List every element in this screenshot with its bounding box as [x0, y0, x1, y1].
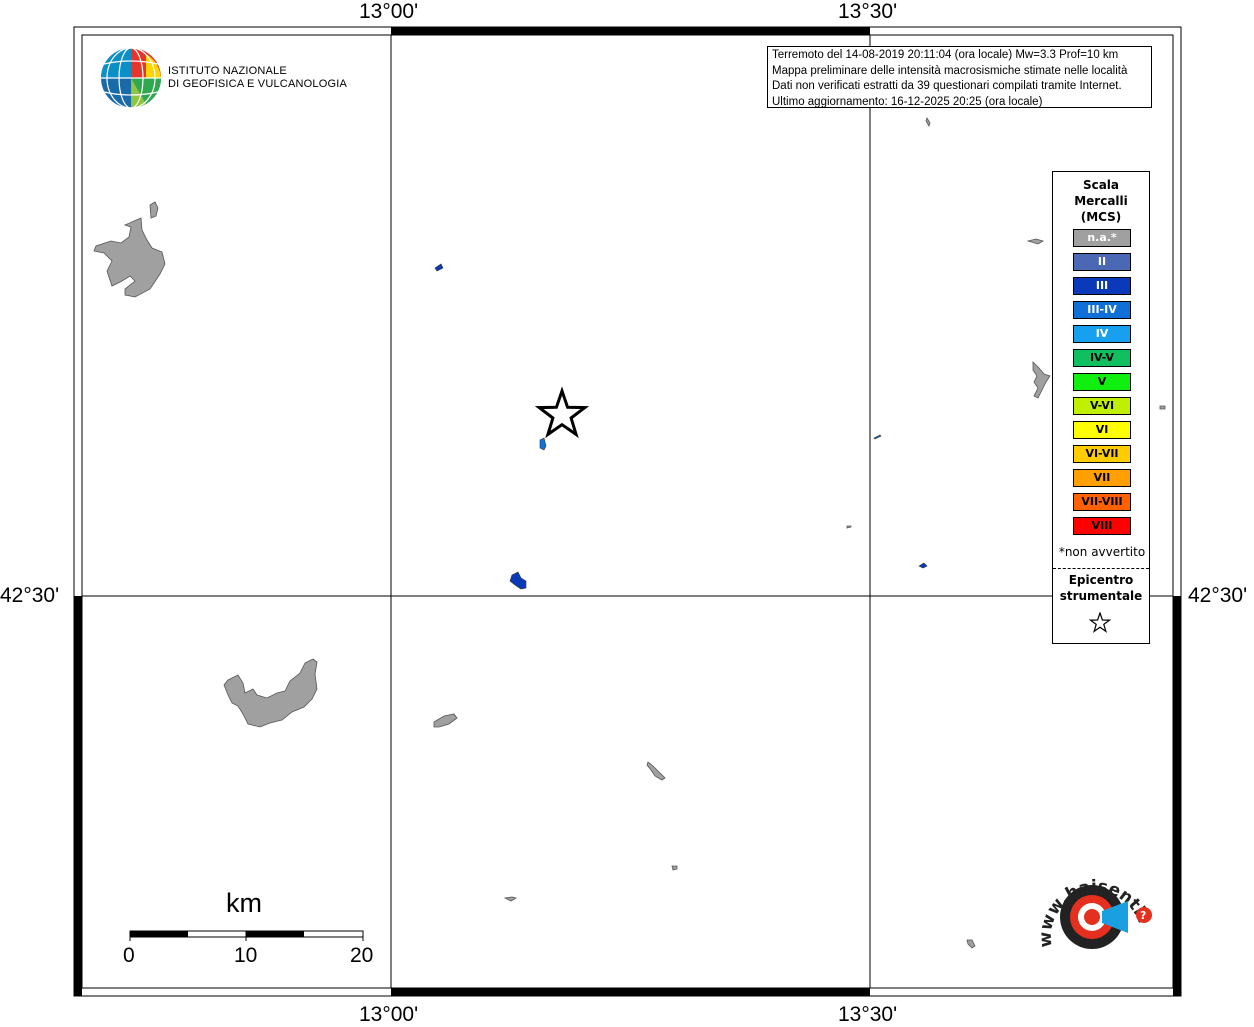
legend-level-iv-v: IV-V: [1073, 349, 1131, 367]
mcs-legend: Scala Mercalli (MCS) n.a.* II III III-IV IV I…: [1052, 171, 1150, 644]
scale-bar-tick-10: 10: [234, 944, 258, 967]
locality-marker-4: [873, 434, 882, 440]
svg-text:?: ?: [1140, 909, 1146, 922]
land-feature-5: [966, 939, 976, 949]
lat-label-right: 42°30': [1188, 584, 1248, 607]
legend-level-n-a: n.a.*: [1073, 229, 1131, 247]
locality-marker-2: [539, 437, 547, 451]
info-line-event: Terremoto del 14-08-2019 20:11:04 (ora l…: [772, 49, 1119, 61]
legend-level-v: V: [1073, 373, 1131, 391]
scale-bar-tick-20: 20: [350, 944, 374, 967]
info-line-data: Dati non verificati estratti da 39 quest…: [772, 80, 1122, 92]
legend-level-vii-viii: VII-VIII: [1073, 493, 1131, 511]
lake-shape-1: [93, 201, 166, 298]
land-feature-4: [503, 896, 518, 902]
scale-bar-segment-1: [130, 931, 188, 937]
legend-separator: [1053, 568, 1149, 569]
scale-bar-unit: km: [226, 888, 262, 918]
lon-label-bottom-13-00: 13°00': [359, 1003, 419, 1026]
scale-bar-segment-2: [246, 931, 304, 937]
frame-bar-bottom: [391, 988, 870, 996]
institute-name-line2: DI GEOFISICA E VULCANOLOGIA: [168, 78, 347, 90]
haisentito-logo: www.haisentitoilterremoto.it ?: [1030, 855, 1153, 949]
land-feature-7: [1026, 238, 1044, 245]
locality-marker-5: [918, 562, 928, 569]
info-line-map: Mappa preliminare delle intensità macros…: [772, 64, 1128, 77]
frame-bar-top: [391, 27, 870, 35]
land-feature-6: [925, 117, 931, 127]
locality-marker-1: [434, 263, 444, 272]
info-line-update: Ultimo aggiornamento: 16-12-2025 20:25 (…: [772, 95, 1043, 108]
legend-level-iii: III: [1073, 277, 1131, 295]
land-feature-3: [671, 865, 678, 871]
lon-label-top-13-30: 13°30': [838, 0, 898, 23]
land-feature-8: [1032, 361, 1051, 399]
land-feature-2: [646, 761, 666, 781]
legend-title: Scala Mercalli (MCS): [1074, 178, 1128, 224]
legend-star-icon: [1089, 612, 1111, 633]
legend-epicenter-label: Epicentro strumentale: [1059, 573, 1143, 603]
frame-bar-right: [1173, 596, 1181, 996]
legend-level-viii: VIII: [1073, 517, 1131, 535]
scale-bar-tick-0: 0: [123, 944, 135, 967]
legend-level-v-vi: V-VI: [1073, 397, 1131, 415]
ingv-globe-logo: [101, 47, 161, 109]
lat-label-left: 42°30': [0, 584, 60, 607]
legend-level-vii: VII: [1073, 469, 1131, 487]
legend-not-felt-note: *non avvertito: [1058, 545, 1146, 559]
lake-shape-2: [223, 658, 318, 728]
legend-level-vi-vii: VI-VII: [1073, 445, 1131, 463]
land-feature-10: [846, 525, 852, 529]
legend-level-vi: VI: [1073, 421, 1131, 439]
event-info-box: Terremoto del 14-08-2019 20:11:04 (ora l…: [767, 46, 1152, 108]
locality-marker-3: [509, 571, 527, 590]
legend-level-iii-iv: III-IV: [1073, 301, 1131, 319]
legend-level-ii: II: [1073, 253, 1131, 271]
lon-label-bottom-13-30: 13°30': [838, 1003, 898, 1026]
land-feature-1: [433, 713, 458, 728]
epicenter-star: [534, 386, 590, 439]
land-feature-9: [1159, 405, 1166, 410]
legend-level-iv: IV: [1073, 325, 1131, 343]
frame-bar-left: [74, 596, 82, 996]
institute-name-line1: ISTITUTO NAZIONALE: [168, 65, 287, 77]
lon-label-top-13-00: 13°00': [359, 0, 419, 23]
